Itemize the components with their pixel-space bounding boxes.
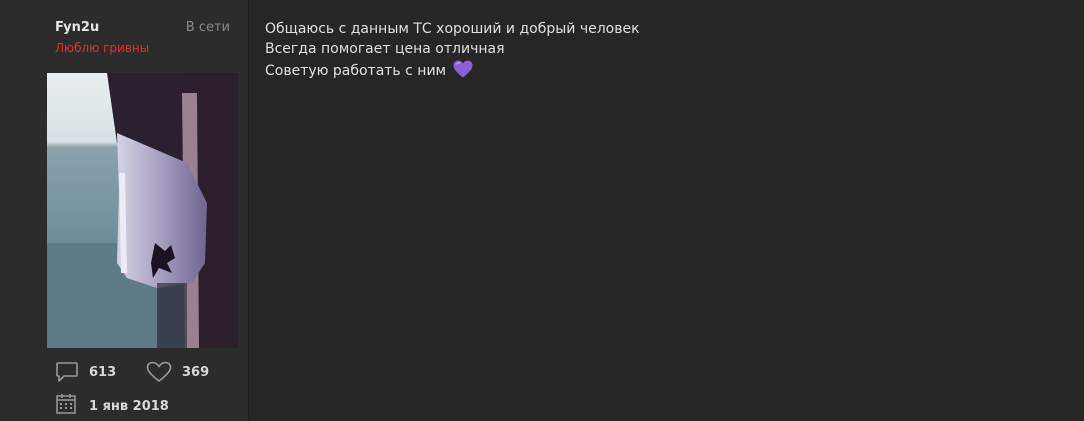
message-body: Общаюсь с данным ТС хороший и добрый чел… [265, 19, 640, 85]
purple-heart-icon [452, 59, 474, 85]
avatar-image [47, 73, 238, 348]
likes-stat: 369 [146, 360, 209, 384]
likes-count: 369 [182, 364, 210, 380]
username-link[interactable]: Fyn2u [55, 20, 99, 35]
heart-icon [146, 361, 172, 383]
user-info-panel: Fyn2u В сети Люблю гривны 613 369 1 янв … [39, 0, 249, 421]
comment-icon [55, 361, 79, 383]
avatar[interactable] [47, 73, 238, 348]
messages-count: 613 [89, 364, 117, 380]
registration-date: 1 янв 2018 [89, 398, 169, 414]
registration-stat: 1 янв 2018 [55, 393, 169, 419]
message-line: Общаюсь с данным ТС хороший и добрый чел… [265, 21, 640, 37]
page: Fyn2u В сети Люблю гривны 613 369 1 янв … [0, 0, 1084, 421]
message-line-text: Советую работать с ним [265, 63, 447, 79]
message-line: Всегда помогает цена отличная [265, 41, 505, 57]
message-line-last: Советую работать с ним [265, 59, 640, 85]
online-status: В сети [185, 20, 230, 35]
user-title: Люблю гривны [55, 41, 150, 55]
forum-post: Fyn2u В сети Люблю гривны 613 369 1 янв … [39, 0, 1084, 421]
messages-stat: 613 [55, 360, 116, 384]
calendar-icon [55, 393, 77, 419]
